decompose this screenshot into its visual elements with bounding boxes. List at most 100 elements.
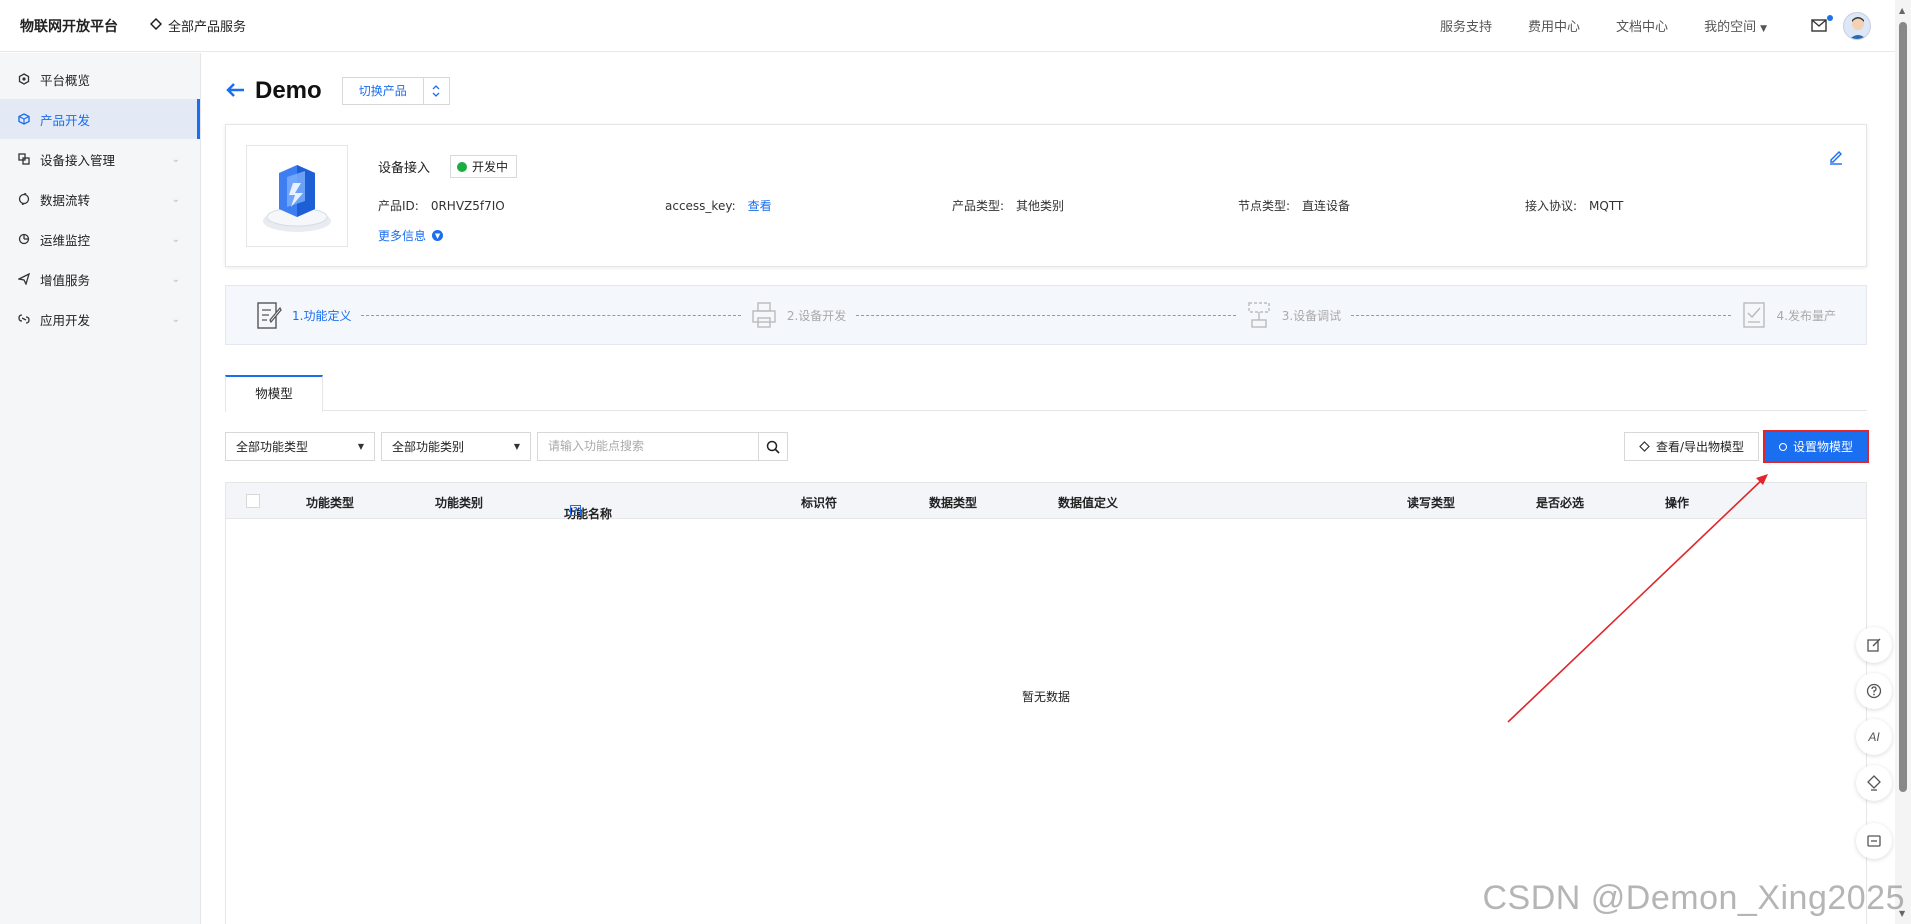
top-bar: 物联网开放平台 全部产品服务 服务支持 费用中心 文档中心 我的空间 ▼ — [0, 0, 1895, 52]
nav-service-support[interactable]: 服务支持 — [1440, 16, 1492, 35]
document-edit-icon — [257, 302, 282, 329]
function-category-value: 全部功能类别 — [392, 440, 465, 454]
step-label: 1.功能定义 — [292, 308, 352, 323]
avatar[interactable] — [1843, 11, 1871, 40]
chevron-down-icon: ⌄ — [171, 193, 180, 205]
sidebar-item-device-access[interactable]: 设备接入管理 ⌄ — [0, 139, 200, 179]
empty-state-text: 暂无数据 — [1021, 690, 1070, 704]
sidebar-item-app-dev[interactable]: 应用开发 ⌄ — [0, 299, 200, 339]
node-type-field: 节点类型: 直连设备 — [1238, 197, 1350, 214]
step-device-debug[interactable]: 3.设备调试 — [1246, 300, 1341, 330]
protocol-label: 接入协议: — [1525, 199, 1578, 213]
top-nav: 服务支持 费用中心 文档中心 我的空间 ▼ — [1440, 14, 1833, 35]
search-button[interactable] — [759, 432, 788, 461]
step-connector — [1351, 314, 1731, 316]
collapse-icon[interactable] — [1856, 823, 1892, 859]
monitor-icon — [18, 233, 30, 245]
watermark: CSDN @Demon_Xing2025 — [1482, 879, 1905, 917]
edit-icon[interactable] — [1828, 149, 1844, 168]
sidebar-item-overview[interactable]: 平台概览 — [0, 59, 200, 99]
view-export-model-button[interactable]: 查看/导出物模型 — [1623, 432, 1759, 461]
flow-icon — [18, 193, 30, 205]
tab-thing-model[interactable]: 物模型 — [225, 375, 323, 412]
function-category-select[interactable]: 全部功能类别 ▼ — [381, 432, 531, 461]
step-function-definition[interactable]: 1.功能定义 — [256, 300, 351, 330]
col-actions: 操作 — [1665, 496, 1690, 510]
mail-icon[interactable] — [1811, 14, 1833, 33]
caret-down-icon: ▼ — [513, 442, 520, 451]
chevron-down-icon: ⌄ — [171, 313, 180, 325]
product-id-value: 0RHVZ5f7IO — [430, 199, 505, 213]
circle-icon — [1778, 442, 1787, 451]
sidebar-item-label: 运维监控 — [40, 232, 91, 248]
diamond-icon — [149, 17, 163, 34]
edit-icon[interactable] — [1856, 627, 1892, 663]
my-space-menu[interactable]: 我的空间 ▼ — [1704, 16, 1767, 35]
select-all-checkbox[interactable] — [246, 494, 260, 508]
scroll-up-icon[interactable]: ▲ — [1899, 6, 1905, 15]
access-key-view-link[interactable]: 查看 — [748, 199, 772, 213]
product-type-value: 其他类别 — [1016, 199, 1065, 213]
product-type-label: 产品类型: — [952, 199, 1005, 213]
sidebar: 平台概览 产品开发 设备接入管理 ⌄ 数据流转 ⌄ 运维监控 ⌄ 增值服务 ⌄ … — [0, 53, 201, 924]
checklist-icon — [1742, 302, 1765, 328]
back-arrow-icon[interactable] — [225, 79, 245, 104]
info-header: 设备接入 开发中 — [378, 155, 518, 178]
ai-label: AI — [1868, 730, 1880, 744]
sidebar-item-label: 数据流转 — [40, 192, 91, 208]
thing-model-table: 功能类型 功能类别 功能名称? 标识符 数据类型 数据值定义 读写类型 是否必选… — [225, 482, 1867, 924]
diamond-icon — [1639, 441, 1650, 452]
device-icon — [18, 153, 30, 165]
product-image — [246, 145, 348, 247]
switch-product-dropdown[interactable]: 切换产品 — [341, 77, 450, 105]
printer-icon — [752, 302, 776, 328]
nav-docs-center[interactable]: 文档中心 — [1616, 16, 1668, 35]
set-model-label: 设置物模型 — [1792, 440, 1853, 454]
col-function-category: 功能类别 — [435, 496, 484, 510]
nav-billing-center[interactable]: 费用中心 — [1528, 16, 1580, 35]
cube-icon — [18, 113, 30, 125]
view-export-label: 查看/导出物模型 — [1655, 440, 1744, 454]
more-info-toggle[interactable]: 更多信息 ▼ — [378, 227, 444, 244]
search-input[interactable]: 请输入功能点搜索 — [537, 432, 759, 461]
section-title: 设备接入 — [378, 161, 431, 176]
product-id-field: 产品ID: 0RHVZ5f7IO — [378, 197, 505, 214]
ai-assistant-button[interactable]: AI — [1856, 719, 1892, 755]
service-icon[interactable] — [1856, 765, 1892, 801]
brand-title[interactable]: 物联网开放平台 — [0, 16, 140, 36]
all-products-menu[interactable]: 全部产品服务 — [149, 16, 246, 35]
link-icon — [18, 313, 30, 325]
help-icon[interactable]: ? — [570, 505, 581, 516]
status-badge: 开发中 — [450, 155, 518, 178]
function-type-select[interactable]: 全部功能类型 ▼ — [225, 432, 375, 461]
sidebar-item-label: 增值服务 — [40, 272, 91, 288]
status-check-icon — [457, 161, 468, 172]
sidebar-item-data-flow[interactable]: 数据流转 ⌄ — [0, 179, 200, 219]
switch-product-label: 切换产品 — [358, 84, 407, 98]
sidebar-item-product-dev[interactable]: 产品开发 — [0, 99, 200, 139]
product-id-label: 产品ID: — [378, 199, 419, 213]
step-release-production[interactable]: 4.发布量产 — [1741, 300, 1836, 330]
function-type-value: 全部功能类型 — [236, 440, 309, 454]
step-device-development[interactable]: 2.设备开发 — [751, 300, 846, 330]
send-icon — [18, 273, 30, 285]
help-icon[interactable] — [1856, 673, 1892, 709]
sidebar-item-value-added[interactable]: 增值服务 ⌄ — [0, 259, 200, 299]
col-required: 是否必选 — [1536, 496, 1585, 510]
node-type-value: 直连设备 — [1302, 199, 1351, 213]
filter-bar: 全部功能类型 ▼ 全部功能类别 ▼ 请输入功能点搜索 — [225, 432, 788, 461]
floating-toolbar: AI — [1856, 627, 1892, 859]
col-data-type: 数据类型 — [929, 496, 978, 510]
sidebar-item-ops-monitor[interactable]: 运维监控 ⌄ — [0, 219, 200, 259]
sidebar-item-label: 应用开发 — [40, 312, 91, 328]
set-thing-model-button[interactable]: 设置物模型 — [1762, 430, 1870, 463]
step-label: 4.发布量产 — [1776, 308, 1836, 323]
protocol-field: 接入协议: MQTT — [1525, 197, 1623, 214]
search-icon — [766, 440, 780, 454]
step-label: 3.设备调试 — [1281, 308, 1342, 323]
progress-steps: 1.功能定义 2.设备开发 3.设备调试 4.发布量产 — [225, 285, 1867, 345]
col-data-value-def: 数据值定义 — [1058, 496, 1119, 510]
chevron-down-icon: ▼ — [432, 230, 444, 241]
vertical-scrollbar[interactable]: ▲ ▼ — [1895, 0, 1911, 924]
scrollbar-thumb[interactable] — [1899, 22, 1907, 792]
